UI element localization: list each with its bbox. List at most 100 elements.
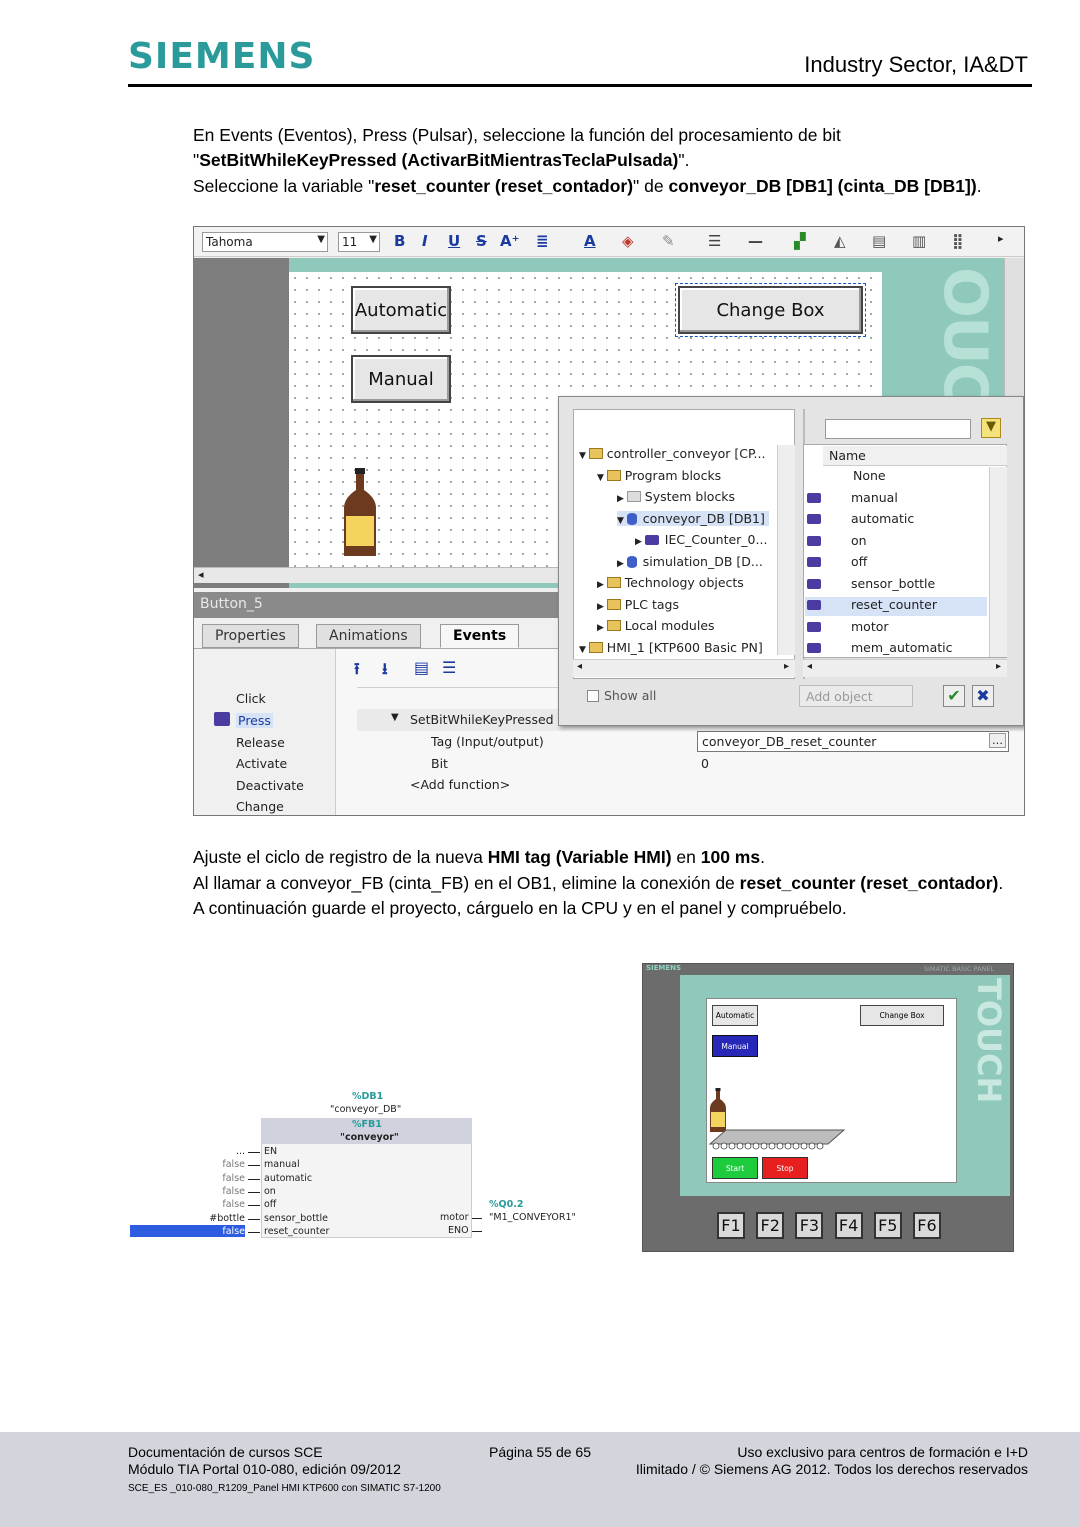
- filter-icon[interactable]: ▼: [981, 418, 1001, 438]
- panel-stop-button[interactable]: Stop: [762, 1157, 808, 1179]
- tag-list-item[interactable]: None: [805, 468, 987, 487]
- pin-value[interactable]: false: [222, 1186, 245, 1197]
- pin-wire: [248, 1165, 260, 1167]
- canvas-hscrollbar[interactable]: ◂: [194, 567, 559, 583]
- pin-value[interactable]: false: [222, 1159, 245, 1170]
- align-icon[interactable]: ≣: [536, 232, 549, 250]
- tree-item-iec-counter[interactable]: ▶ IEC_Counter_0...: [635, 532, 767, 547]
- show-all-checkbox[interactable]: Show all: [587, 688, 656, 703]
- tree-item-system-blocks[interactable]: ▶ System blocks: [617, 489, 735, 504]
- bold-icon[interactable]: B: [394, 232, 405, 250]
- tree-item-hmi[interactable]: ▼ HMI_1 [KTP600 Basic PN]: [579, 640, 763, 655]
- tree-hscrollbar[interactable]: ◂ ▸: [573, 659, 795, 677]
- tab-animations[interactable]: Animations: [316, 624, 421, 648]
- filter-input[interactable]: [825, 419, 971, 439]
- tag-list-item[interactable]: off: [805, 554, 987, 573]
- panel-change-box-button[interactable]: Change Box: [860, 1005, 944, 1026]
- tag-list-item[interactable]: motor: [805, 619, 987, 638]
- tree-item-technology[interactable]: ▶ Technology objects: [597, 575, 744, 590]
- group-icon[interactable]: ⣿: [952, 232, 964, 250]
- list-detail-icon[interactable]: ☰: [442, 658, 456, 677]
- tree-item-controller[interactable]: ▼ controller_conveyor [CP...: [579, 446, 765, 461]
- function-key[interactable]: F2: [756, 1212, 785, 1239]
- tag-icon: [807, 578, 821, 589]
- line-color-icon[interactable]: ✎: [662, 232, 675, 250]
- tag-list-item[interactable]: manual: [805, 490, 987, 509]
- tag-icon: [807, 557, 821, 567]
- event-release[interactable]: Release: [236, 735, 285, 750]
- add-object-button[interactable]: Add object: [799, 685, 913, 707]
- fill-color-icon[interactable]: ◈: [622, 232, 634, 250]
- function-key[interactable]: F4: [834, 1212, 863, 1239]
- arrange-icon[interactable]: ▞: [794, 232, 806, 250]
- tree-item-conveyor-db[interactable]: ▼ conveyor_DB [DB1]: [617, 511, 769, 526]
- list-hscrollbar[interactable]: ◂ ▸: [803, 659, 1007, 677]
- function-key[interactable]: F3: [795, 1212, 824, 1239]
- font-color-icon[interactable]: A: [584, 232, 596, 250]
- pin-value[interactable]: false: [222, 1226, 245, 1237]
- bit-value[interactable]: 0: [701, 756, 709, 771]
- pin-value[interactable]: ...: [236, 1146, 245, 1157]
- rotate-icon[interactable]: ◭: [834, 232, 846, 250]
- cancel-x-icon[interactable]: ✖: [972, 685, 994, 707]
- tag-list-item[interactable]: mem_automatic: [805, 640, 987, 659]
- fb-call-block: %DB1 "conveyor_DB" %FB1 "conveyor" ... EN…: [128, 1088, 598, 1248]
- automatic-button[interactable]: Automatic: [351, 286, 451, 334]
- collapse-icon[interactable]: ▼: [391, 712, 399, 723]
- tag-value-field[interactable]: conveyor_DB_reset_counter…: [697, 731, 1009, 752]
- tab-properties[interactable]: Properties: [202, 624, 299, 648]
- tag-icon: [807, 535, 821, 546]
- list-view-icon[interactable]: ▤: [414, 658, 429, 677]
- distribute-icon[interactable]: ▥: [912, 232, 926, 250]
- underline-icon[interactable]: U: [448, 232, 460, 250]
- move-down-icon[interactable]: ⭳: [382, 658, 388, 685]
- tree-vscrollbar[interactable]: [777, 445, 795, 655]
- move-up-icon[interactable]: ⭱: [354, 658, 360, 685]
- add-function[interactable]: <Add function>: [410, 777, 510, 792]
- function-key[interactable]: F5: [873, 1212, 902, 1239]
- tag-list-item[interactable]: reset_counter: [805, 597, 987, 616]
- event-change[interactable]: Change: [236, 799, 284, 814]
- change-box-button[interactable]: Change Box: [675, 283, 866, 337]
- font-select[interactable]: Tahoma ▼: [202, 232, 328, 252]
- font-grow-icon[interactable]: A⁺: [500, 232, 520, 250]
- pin-value[interactable]: false: [222, 1173, 245, 1184]
- pin-value[interactable]: #bottle: [209, 1213, 245, 1224]
- italic-icon[interactable]: I: [422, 232, 428, 250]
- toolbar-overflow-icon[interactable]: ▸: [998, 232, 1004, 245]
- panel-touch-label: TOUCH: [970, 978, 1008, 1104]
- function-key[interactable]: F6: [913, 1212, 941, 1239]
- editor-gray-area: [194, 258, 289, 588]
- panel-automatic-button[interactable]: Automatic: [712, 1005, 758, 1026]
- line-width-icon[interactable]: —: [748, 232, 763, 250]
- font-size-select[interactable]: 11 ▼: [338, 232, 380, 252]
- panel-manual-button[interactable]: Manual: [712, 1035, 758, 1057]
- touch-watermark: OUC: [930, 267, 1000, 405]
- event-deactivate[interactable]: Deactivate: [236, 778, 304, 793]
- strikethrough-icon[interactable]: S: [476, 232, 487, 250]
- tag-param-label: Tag (Input/output): [431, 734, 544, 749]
- tree-item-plc-tags[interactable]: ▶ PLC tags: [597, 597, 679, 612]
- confirm-check-icon[interactable]: ✔: [943, 685, 965, 707]
- tree-item-program-blocks[interactable]: ▼ Program blocks: [597, 468, 721, 483]
- align-left-icon[interactable]: ▤: [872, 232, 886, 250]
- tag-list-item-label: on: [851, 532, 867, 548]
- event-press[interactable]: Press: [236, 713, 273, 728]
- tag-list-item[interactable]: sensor_bottle: [805, 576, 987, 595]
- panel-start-button[interactable]: Start: [712, 1157, 758, 1179]
- event-activate[interactable]: Activate: [236, 756, 287, 771]
- event-click[interactable]: Click: [236, 691, 266, 706]
- tree-item-simulation-db[interactable]: ▶ simulation_DB [D...: [617, 554, 763, 569]
- tree-item-local-modules[interactable]: ▶ Local modules: [597, 618, 715, 633]
- tab-events[interactable]: Events: [440, 624, 520, 648]
- manual-button[interactable]: Manual: [351, 355, 451, 403]
- function-key[interactable]: F1: [717, 1212, 745, 1239]
- list-vscrollbar[interactable]: [989, 467, 1007, 657]
- tag-list-item-label: reset_counter: [851, 597, 938, 612]
- tag-list-item[interactable]: on: [805, 533, 987, 552]
- footer-page-number: Página 55 de 65: [489, 1444, 591, 1460]
- footer-right-2: Ilimitado / © Siemens AG 2012. Todos los…: [635, 1461, 1028, 1477]
- pin-value[interactable]: false: [222, 1199, 245, 1210]
- line-style-icon[interactable]: ☰: [708, 232, 721, 250]
- tag-list-item[interactable]: automatic: [805, 511, 987, 530]
